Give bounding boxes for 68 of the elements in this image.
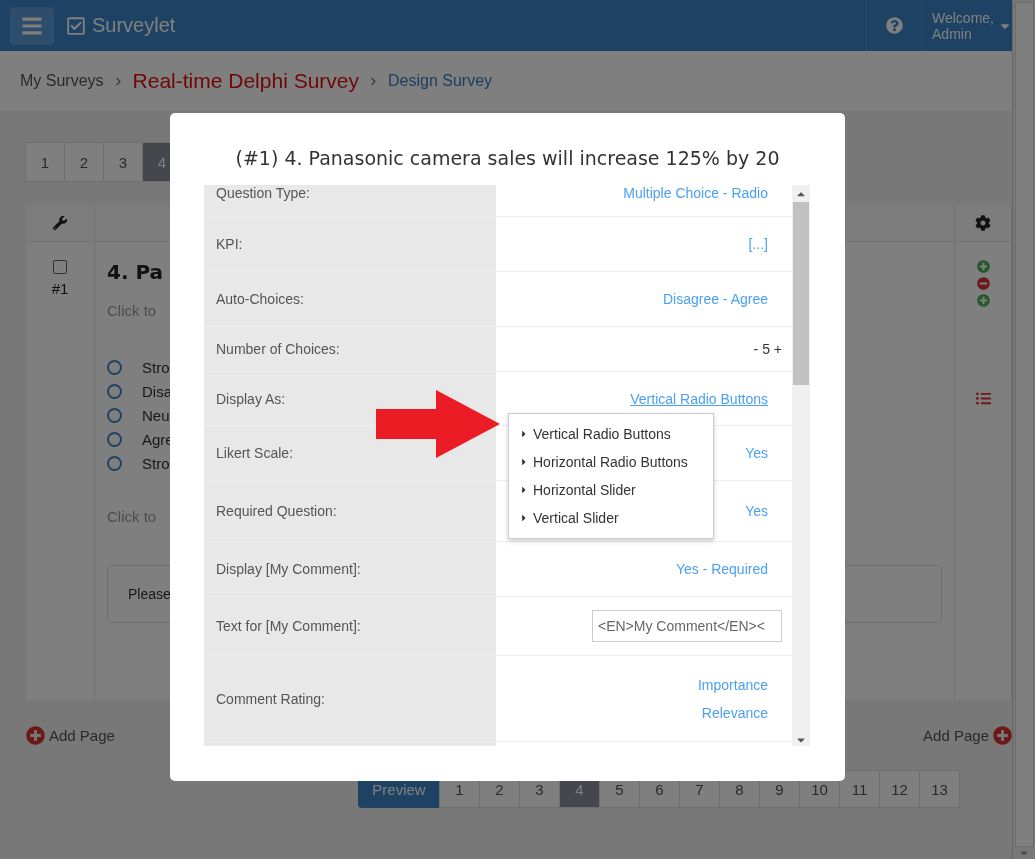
setting-label: Likert Scale: [216,445,294,461]
add-page-label: Add Page [923,727,989,744]
scroll-thumb[interactable] [793,202,809,385]
wrench-icon [53,216,67,230]
option-link[interactable]: Yes - Required [675,561,768,577]
radio-button[interactable] [107,456,122,471]
chevron-icon [113,76,123,86]
comment-text-field[interactable]: <EN>My Comment</EN>< [592,610,782,642]
option-link[interactable]: Relevance [701,704,768,721]
setting-label: Question Type: [216,185,310,201]
page-button[interactable]: 12 [879,770,920,808]
setting-label: KPI: [216,236,243,252]
add-icon [26,726,45,745]
settings-icon[interactable] [975,215,991,231]
menu-item[interactable]: Vertical Slider [509,504,713,532]
menu-item[interactable]: Vertical Radio Buttons [509,420,713,448]
page-tab[interactable]: 1 [25,142,65,182]
add-page-label: Add Page [49,727,115,744]
question-checkbox[interactable] [53,260,67,274]
setting-label: Display As: [216,390,286,407]
question-title: 4. Pa [107,260,165,284]
radio-button[interactable] [107,408,122,423]
page-tab[interactable]: 2 [64,142,104,182]
option-link[interactable]: Vertical Radio Buttons [630,390,768,407]
question-number: #1 [51,280,69,297]
setting-label: Display [My Comment]: [216,561,361,577]
option-label: Stro [142,359,170,376]
chevron-icon [369,76,378,86]
comment-prompt: Please [128,586,171,602]
choice-stepper[interactable]: - 5 + [753,341,782,357]
add-icon[interactable] [976,294,990,307]
setting-label: Required Question: [216,503,337,519]
add-icon[interactable] [976,260,990,273]
breadcrumb-link[interactable]: Real-time Delphi Survey [132,69,359,93]
option-link[interactable]: [...] [748,236,768,252]
option-label: Neu [142,407,170,424]
radio-button[interactable] [107,360,122,375]
brand-link[interactable]: Surveylet [66,14,176,37]
page-button[interactable]: 11 [839,770,880,808]
option-link[interactable]: Yes [745,445,768,461]
checkbox-logo-icon [66,15,86,36]
brand-name: Surveylet [92,14,176,37]
option-link[interactable]: Importance [697,676,768,693]
radio-button[interactable] [107,384,122,399]
menu-button[interactable] [10,6,54,45]
page-button[interactable]: 13 [919,770,960,808]
option-link[interactable]: Multiple Choice - Radio [623,185,768,201]
menu-item[interactable]: Horizontal Slider [509,476,713,504]
setting-label: Comment Rating: [216,690,325,707]
breadcrumb-link[interactable]: My Surveys [20,72,104,90]
page-tab[interactable]: 3 [103,142,143,182]
help-icon [885,17,903,34]
setting-label: Text for [My Comment]: [216,618,361,634]
radio-button[interactable] [107,432,122,447]
option-link[interactable]: Disagree - Agree [662,291,768,307]
user-menu-button[interactable]: Welcome, Admin [922,0,1012,51]
menu-item[interactable]: Horizontal Radio Buttons [509,448,713,476]
add-icon [993,726,1012,745]
remove-icon[interactable] [976,277,990,290]
setting-label: Auto-Choices: [216,291,304,307]
list-icon[interactable] [975,391,991,406]
setting-label: Number of Choices: [216,341,340,357]
add-page-link[interactable]: Add Page [26,726,115,745]
add-page-link[interactable]: Add Page [923,726,1012,745]
modal-title: (#1) 4. Panasonic camera sales will increase 125% by 20 [234,147,781,171]
breadcrumb-link[interactable]: Design Survey [388,72,493,90]
option-link[interactable]: Yes [745,503,768,519]
option-label: Stro [142,455,170,472]
